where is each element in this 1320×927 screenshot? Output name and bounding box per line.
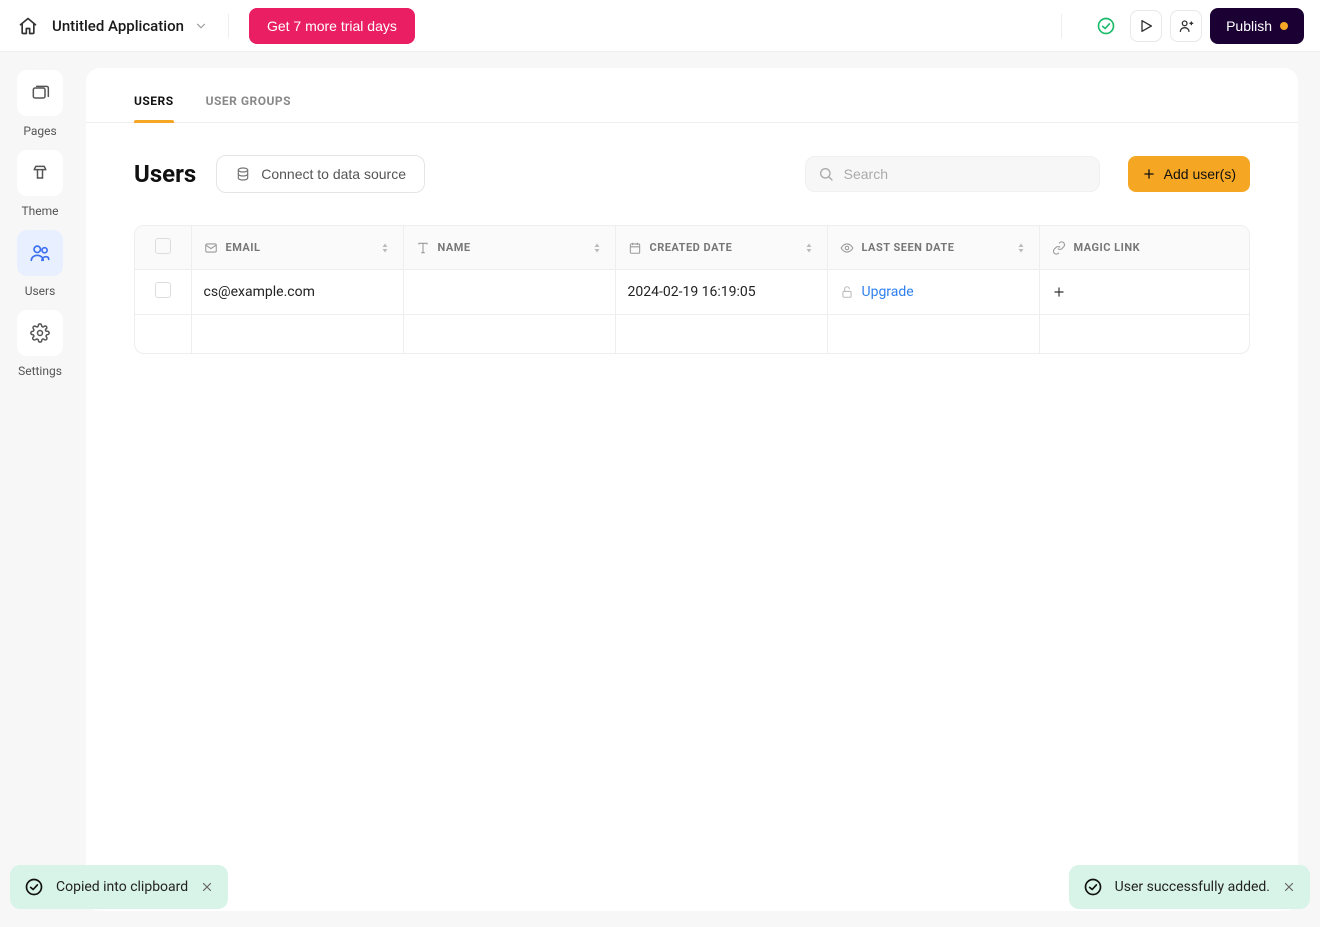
select-all-checkbox[interactable] [155,238,171,254]
lock-icon [840,285,854,299]
add-user-label: Add user(s) [1164,166,1236,182]
cell-last-seen[interactable]: Upgrade [827,270,1039,315]
eye-icon [840,241,854,255]
sidebar-item-label: Pages [23,124,56,138]
user-plus-icon [1178,18,1194,34]
table-row[interactable]: cs@example.com 2024-02-19 16:19:05 Upgra… [135,270,1249,315]
table-row-empty [135,315,1249,353]
mail-icon [204,241,218,255]
sidebar-item-label: Settings [18,364,62,378]
column-label: CREATED DATE [650,241,733,254]
sidebar-item-users[interactable]: Users [17,230,63,298]
publish-label: Publish [1226,18,1272,34]
toast-close[interactable] [1282,880,1296,894]
users-icon [29,242,51,264]
sidebar-item-pages[interactable]: Pages [17,70,63,138]
column-magic-link[interactable]: MAGIC LINK [1039,226,1249,270]
search-box[interactable] [805,156,1100,192]
sidebar-item-label: Users [25,284,56,298]
publish-button[interactable]: Publish [1210,8,1304,44]
cell-magic-link[interactable] [1039,270,1249,315]
column-label: LAST SEEN DATE [862,241,955,254]
sort-icon[interactable] [591,242,603,254]
tabs: USERS USER GROUPS [86,68,1298,123]
publish-status-dot [1280,22,1288,30]
app-title[interactable]: Untitled Application [52,17,184,35]
row-checkbox[interactable] [155,282,171,298]
home-button[interactable] [16,14,40,38]
link-icon [1052,241,1066,255]
search-icon [818,166,834,182]
divider [228,14,229,38]
search-input[interactable] [844,166,1087,182]
chevron-down-icon [194,19,208,33]
sort-icon[interactable] [1015,242,1027,254]
column-label: MAGIC LINK [1074,241,1141,254]
toast-clipboard: Copied into clipboard [10,865,228,909]
toast-message: User successfully added. [1115,879,1270,895]
toast-close[interactable] [200,880,214,894]
tab-users[interactable]: USERS [134,94,174,122]
main-panel: USERS USER GROUPS Users Connect to data … [86,68,1298,911]
sidebar-item-theme[interactable]: Theme [17,150,63,218]
theme-icon [30,163,50,183]
gear-icon [30,323,50,343]
sidebar: Pages Theme Users Settings [0,52,80,927]
sort-icon[interactable] [803,242,815,254]
trial-button[interactable]: Get 7 more trial days [249,8,415,44]
status-ok-button[interactable] [1090,10,1122,42]
text-icon [416,241,430,255]
column-label: NAME [438,241,471,254]
sidebar-item-label: Theme [21,204,58,218]
column-checkbox [135,226,191,270]
home-icon [18,16,38,36]
column-label: EMAIL [226,241,261,254]
pages-icon [30,83,50,103]
column-email[interactable]: EMAIL [191,226,403,270]
share-button[interactable] [1170,10,1202,42]
app-title-dropdown[interactable] [194,19,208,33]
check-circle-icon [1083,877,1103,897]
cell-email: cs@example.com [191,270,403,315]
check-circle-icon [1096,16,1116,36]
divider [1061,14,1062,38]
connect-data-source-button[interactable]: Connect to data source [216,155,425,193]
sort-icon[interactable] [379,242,391,254]
close-icon [200,880,214,894]
column-last-seen[interactable]: LAST SEEN DATE [827,226,1039,270]
toast-user-added: User successfully added. [1069,865,1310,909]
plus-icon [1052,285,1066,299]
users-table: EMAIL NAME [134,225,1250,354]
plus-icon [1142,167,1156,181]
tab-user-groups[interactable]: USER GROUPS [206,94,291,122]
cell-name [403,270,615,315]
column-name[interactable]: NAME [403,226,615,270]
toast-message: Copied into clipboard [56,879,188,895]
upgrade-link[interactable]: Upgrade [862,284,914,300]
database-icon [235,166,251,182]
close-icon [1282,880,1296,894]
page-title: Users [134,160,196,188]
topbar: Untitled Application Get 7 more trial da… [0,0,1320,52]
cell-created-date: 2024-02-19 16:19:05 [615,270,827,315]
column-created-date[interactable]: CREATED DATE [615,226,827,270]
connect-label: Connect to data source [261,166,406,182]
page-header: Users Connect to data source Add user(s) [134,155,1250,193]
play-icon [1138,18,1154,34]
calendar-icon [628,241,642,255]
add-user-button[interactable]: Add user(s) [1128,156,1250,192]
sidebar-item-settings[interactable]: Settings [17,310,63,378]
preview-button[interactable] [1130,10,1162,42]
check-circle-icon [24,877,44,897]
